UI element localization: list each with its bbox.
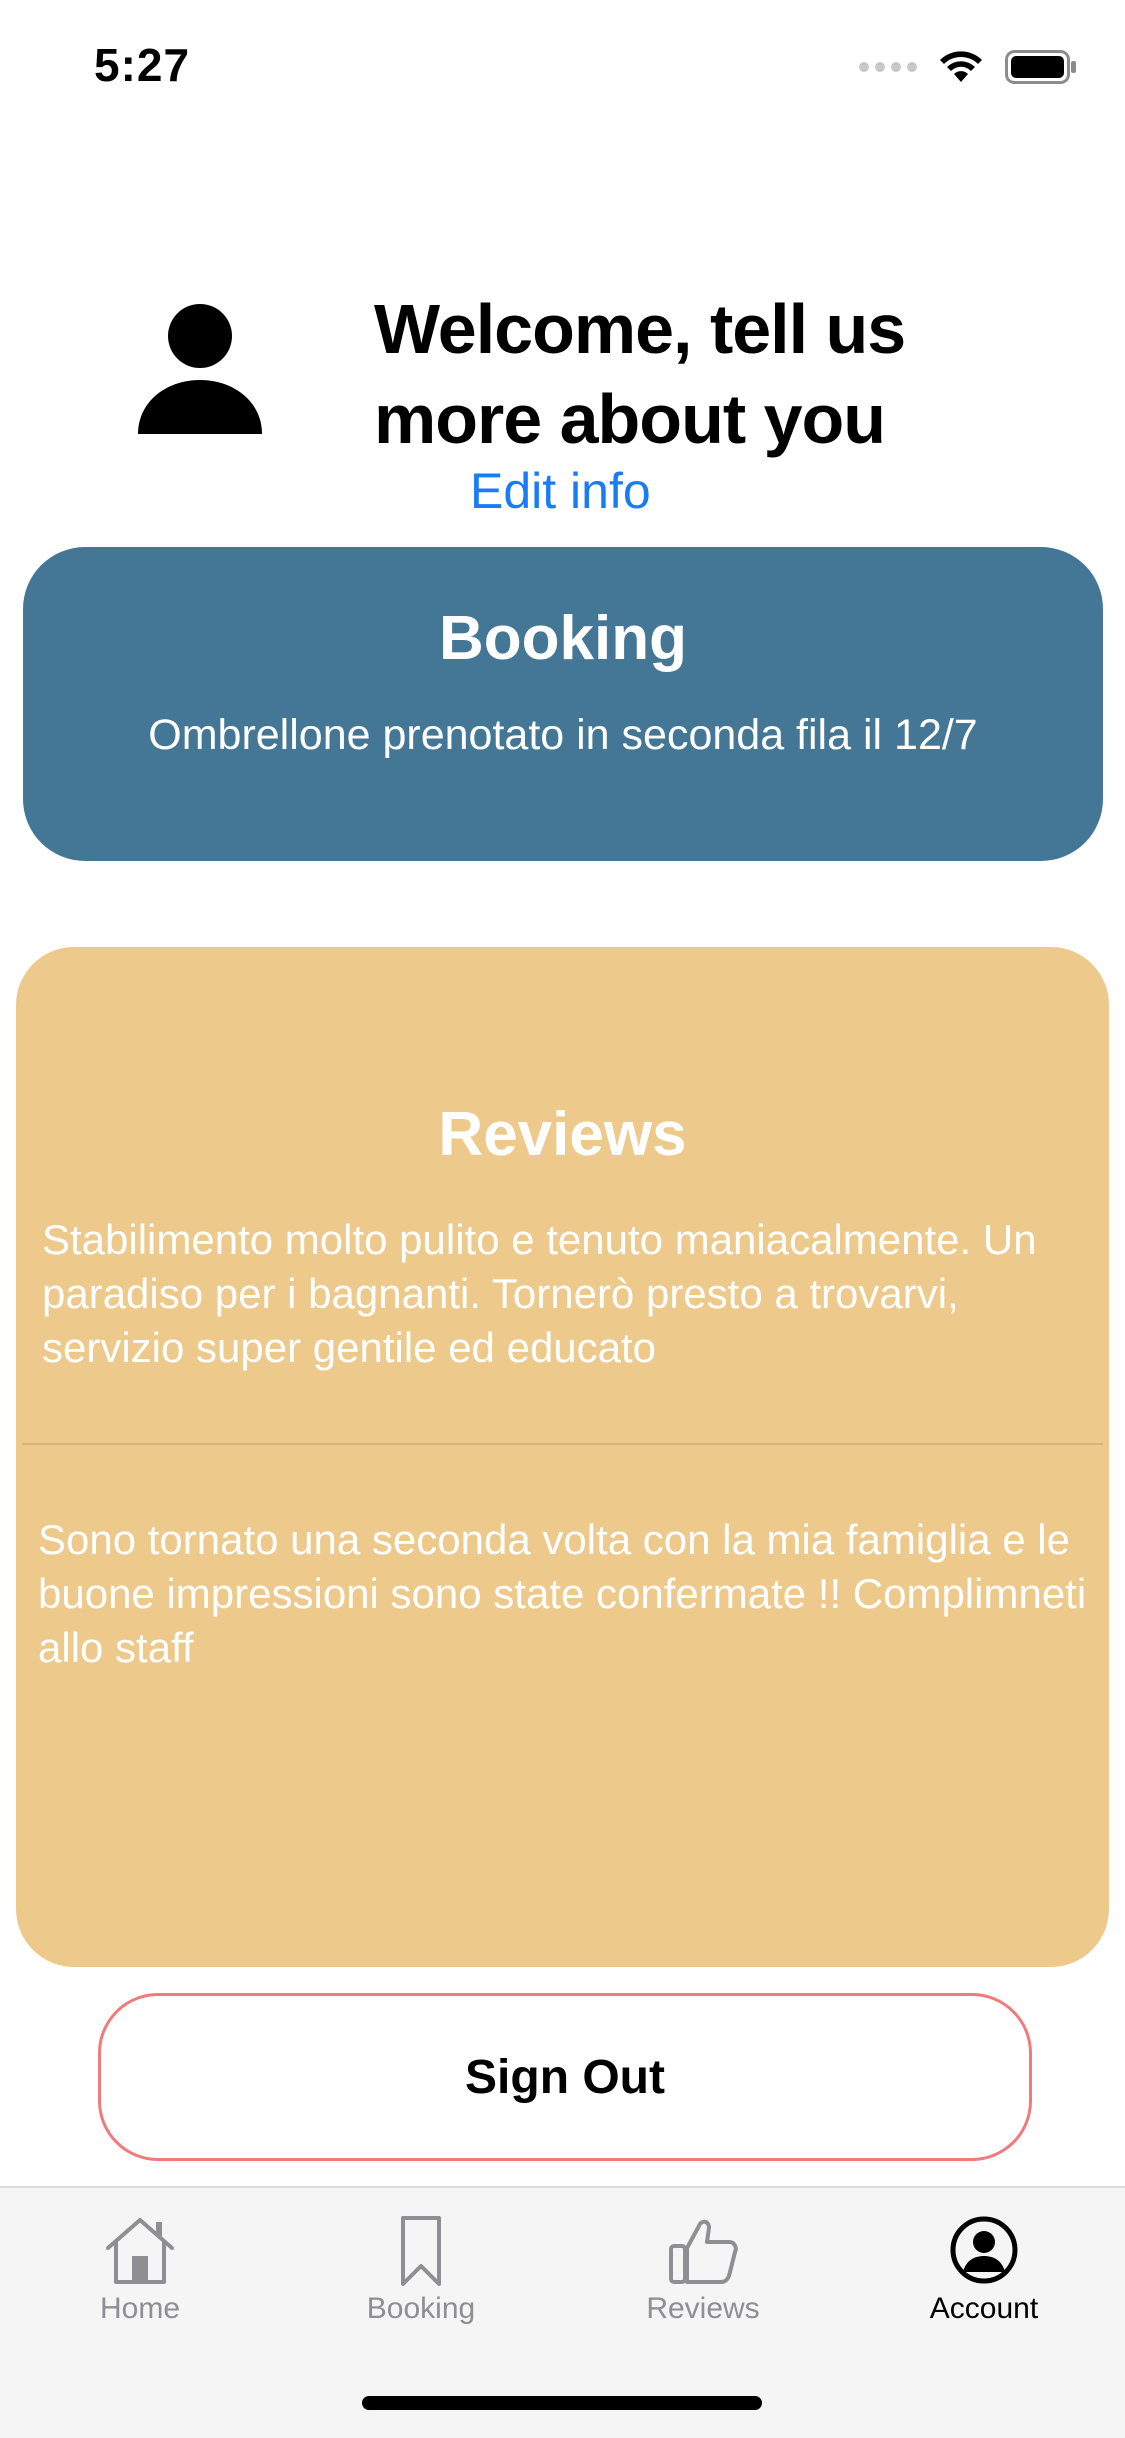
- bookmark-icon: [401, 2216, 441, 2286]
- sign-out-button[interactable]: Sign Out: [98, 1993, 1032, 2161]
- tab-home[interactable]: Home: [40, 2214, 240, 2326]
- booking-details: Ombrellone prenotato in seconda fila il …: [148, 711, 978, 759]
- review-item: Stabilimento molto pulito e tenuto mania…: [42, 1216, 1037, 1371]
- thumbs-up-icon: [669, 2219, 738, 2284]
- reviews-title: Reviews: [438, 1100, 687, 1169]
- home-indicator[interactable]: [362, 2396, 762, 2410]
- wifi-icon: [940, 51, 982, 82]
- reviews-card: Reviews Stabilimento molto pulito e tenu…: [16, 947, 1109, 1967]
- tab-label: Account: [929, 2292, 1039, 2325]
- tab-reviews[interactable]: Reviews: [603, 2214, 803, 2326]
- status-indicators: [859, 50, 1077, 84]
- review-item: Sono tornato una seconda volta con la mi…: [38, 1516, 1087, 1671]
- house-icon: [106, 2218, 174, 2284]
- page-title: Welcome, tell us more about you: [374, 290, 906, 458]
- cellular-signal-icon: [859, 62, 917, 72]
- status-time: 5:27: [94, 39, 191, 91]
- review-divider: [22, 1443, 1103, 1445]
- person-circle-icon: [950, 2216, 1018, 2284]
- avatar-icon: [138, 304, 262, 434]
- booking-title: Booking: [439, 604, 687, 673]
- tab-booking[interactable]: Booking: [321, 2214, 521, 2326]
- tab-label: Home: [99, 2292, 181, 2325]
- edit-info-link[interactable]: Edit info: [470, 462, 651, 520]
- tab-account[interactable]: Account: [884, 2214, 1084, 2326]
- booking-card[interactable]: Booking Ombrellone prenotato in seconda …: [23, 547, 1103, 861]
- tab-label: Booking: [366, 2292, 476, 2325]
- battery-icon: [1005, 50, 1076, 84]
- tab-label: Reviews: [646, 2292, 760, 2325]
